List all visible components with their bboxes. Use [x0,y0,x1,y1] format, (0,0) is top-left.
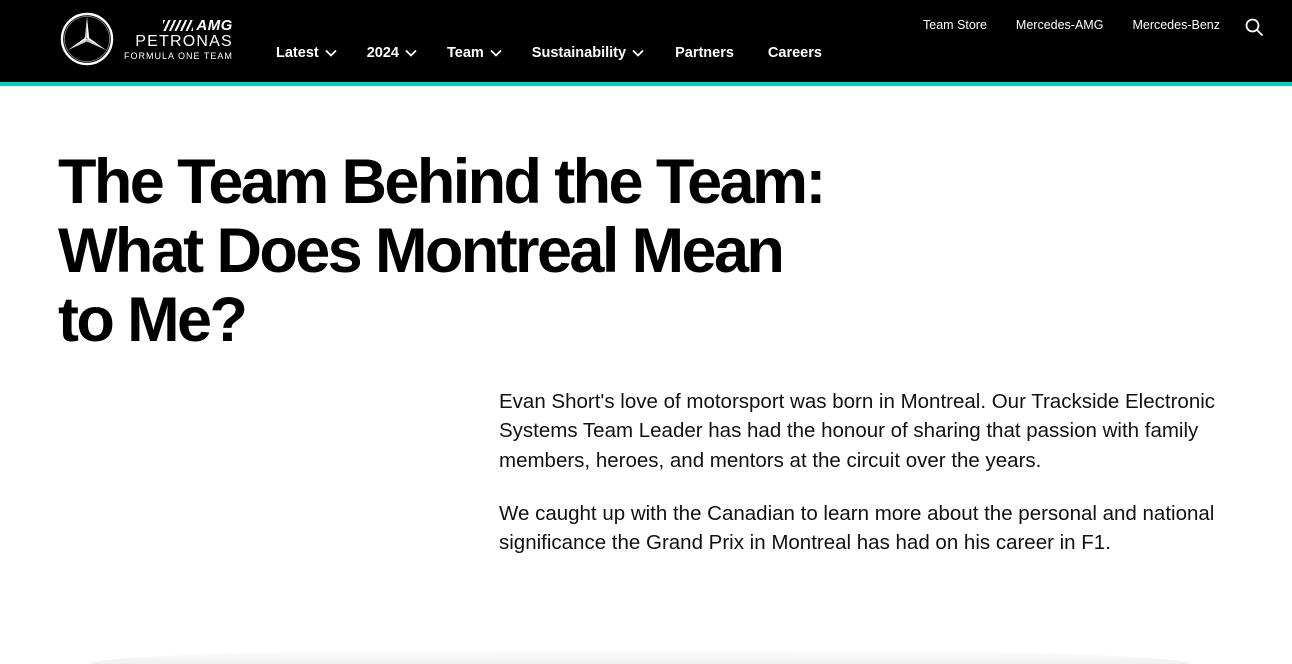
nav-item-label: 2024 [366,45,399,61]
chevron-down-icon [490,49,502,57]
nav-item-latest[interactable]: Latest [276,45,337,61]
nav-item-label: Team [446,45,484,61]
media-shadow [90,648,1190,664]
article-title-line: The Team Behind the Team: [58,147,826,217]
amg-wordmark: AMG [163,18,233,33]
petronas-wordmark: PETRONAS [135,32,233,50]
article-title-line: to Me? [58,285,248,355]
amg-stripes-icon [163,19,194,31]
nav-item-label: Partners [675,45,734,61]
mercedes-star-icon [60,12,114,66]
accent-bar [0,82,1292,86]
nav-item-partners[interactable]: Partners [675,45,734,61]
nav-item-label: Careers [767,45,822,61]
amg-text: AMG [196,16,233,34]
nav-item-label: Sustainability [531,45,627,61]
team-wordmark: AMG PETRONAS FORMULA ONE TEAM [124,18,233,61]
site-header: AMG PETRONAS FORMULA ONE TEAM Latest 202… [0,0,1292,82]
article-intro: Evan Short's love of motorsport was born… [499,387,1229,581]
article-title: The Team Behind the Team: What Does Mont… [58,148,918,355]
nav-item-careers[interactable]: Careers [768,45,822,61]
team-store-link[interactable]: Team Store [923,18,987,32]
utility-nav: Team Store Mercedes-AMG Mercedes-Benz [894,18,1220,32]
nav-item-sustainability[interactable]: Sustainability [532,45,644,61]
nav-item-label: Latest [276,45,319,61]
chevron-down-icon [325,49,337,57]
chevron-down-icon [632,49,644,57]
article-paragraph: We caught up with the Canadian to learn … [499,501,1215,555]
nav-item-2024[interactable]: 2024 [367,45,417,61]
article-title-line: What Does Montreal Mean [58,216,785,286]
search-icon[interactable] [1245,18,1263,36]
nav-item-team[interactable]: Team [447,45,502,61]
mercedes-amg-link[interactable]: Mercedes-AMG [1016,18,1104,32]
team-logo-link[interactable]: AMG PETRONAS FORMULA ONE TEAM [60,12,233,66]
formula-one-team-label: FORMULA ONE TEAM [124,50,233,61]
main-nav: Latest 2024 Team Sustainability Partners… [276,45,822,61]
chevron-down-icon [405,49,417,57]
mercedes-benz-link[interactable]: Mercedes-Benz [1132,18,1220,32]
article-paragraph: Evan Short's love of motorsport was born… [499,390,1216,472]
